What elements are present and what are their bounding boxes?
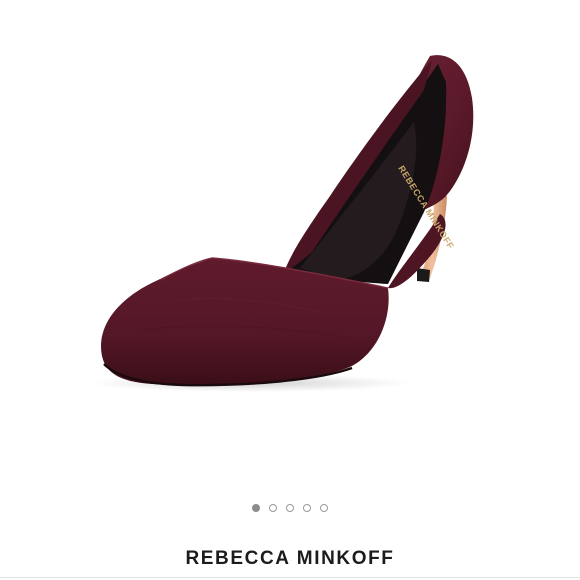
product-photo[interactable]: REBECCA MINKOFF xyxy=(0,0,580,490)
carousel-dot-1[interactable] xyxy=(252,504,260,512)
carousel-dot-5[interactable] xyxy=(320,504,328,512)
brand-name[interactable]: REBECCA MINKOFF xyxy=(0,548,580,570)
carousel-dot-2[interactable] xyxy=(269,504,277,512)
product-listing-screen: REBECCA MINKOFF REBECCA MINKOFF xyxy=(0,0,580,580)
image-carousel-indicator xyxy=(0,504,580,516)
shoe-image: REBECCA MINKOFF xyxy=(90,55,474,392)
carousel-dot-4[interactable] xyxy=(303,504,311,512)
carousel-dot-3[interactable] xyxy=(286,504,294,512)
divider xyxy=(0,577,580,578)
